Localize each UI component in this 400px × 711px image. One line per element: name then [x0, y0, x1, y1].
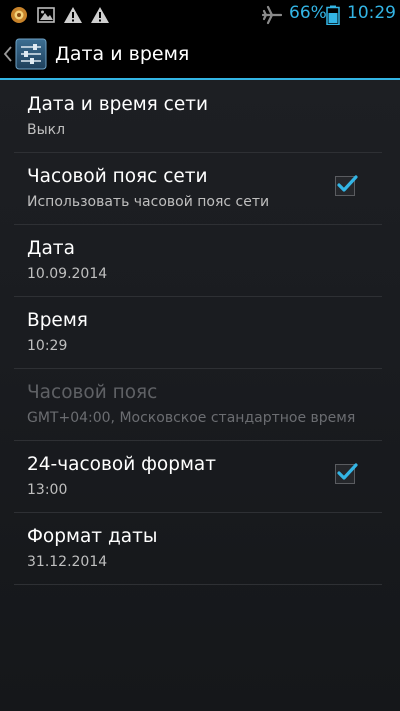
setting-date-format[interactable]: Формат даты 31.12.2014	[14, 512, 382, 585]
clock: 10:29	[347, 3, 396, 23]
setting-summary: Использовать часовой пояс сети	[27, 194, 270, 210]
page-title: Дата и время	[55, 43, 190, 65]
setting-title: Формат даты	[27, 526, 158, 547]
setting-summary: 10:29	[27, 338, 68, 354]
airplane-mode-icon	[261, 5, 283, 25]
warning-icon	[90, 5, 110, 25]
notification-app-icon	[9, 5, 29, 25]
network-time-zone-checkbox[interactable]	[335, 175, 358, 196]
setting-title: Часовой пояс	[27, 382, 158, 403]
setting-network-date-time[interactable]: Дата и время сети Выкл	[14, 80, 382, 153]
checkmark-icon	[337, 463, 358, 480]
setting-24-hour-format[interactable]: 24-часовой формат 13:00	[14, 440, 382, 513]
status-bar: 66% 10:29	[0, 0, 400, 30]
setting-title: 24-часовой формат	[27, 454, 217, 475]
setting-summary: 31.12.2014	[27, 554, 108, 570]
settings-sliders-icon[interactable]	[15, 38, 47, 70]
setting-title: Часовой пояс сети	[27, 166, 208, 187]
settings-list: Дата и время сети Выкл Часовой пояс сети…	[0, 80, 400, 711]
setting-network-time-zone[interactable]: Часовой пояс сети Использовать часовой п…	[14, 152, 382, 225]
setting-summary: GMT+04:00, Московское стандартное время	[27, 410, 356, 426]
battery-percent: 66%	[289, 3, 327, 23]
warning-icon	[63, 5, 83, 25]
checkmark-icon	[337, 175, 358, 192]
chevron-left-icon[interactable]	[3, 44, 13, 64]
setting-time[interactable]: Время 10:29	[14, 296, 382, 369]
setting-title: Дата	[27, 238, 75, 259]
battery-icon	[326, 5, 340, 26]
image-icon	[36, 5, 56, 25]
setting-date[interactable]: Дата 10.09.2014	[14, 224, 382, 297]
setting-summary: 10.09.2014	[27, 266, 108, 282]
action-bar: Дата и время	[0, 30, 400, 80]
setting-summary: 13:00	[27, 482, 68, 498]
setting-summary: Выкл	[27, 122, 66, 138]
24-hour-format-checkbox[interactable]	[335, 463, 358, 484]
setting-title: Дата и время сети	[27, 94, 209, 115]
setting-time-zone: Часовой пояс GMT+04:00, Московское станд…	[14, 368, 382, 441]
setting-title: Время	[27, 310, 88, 331]
